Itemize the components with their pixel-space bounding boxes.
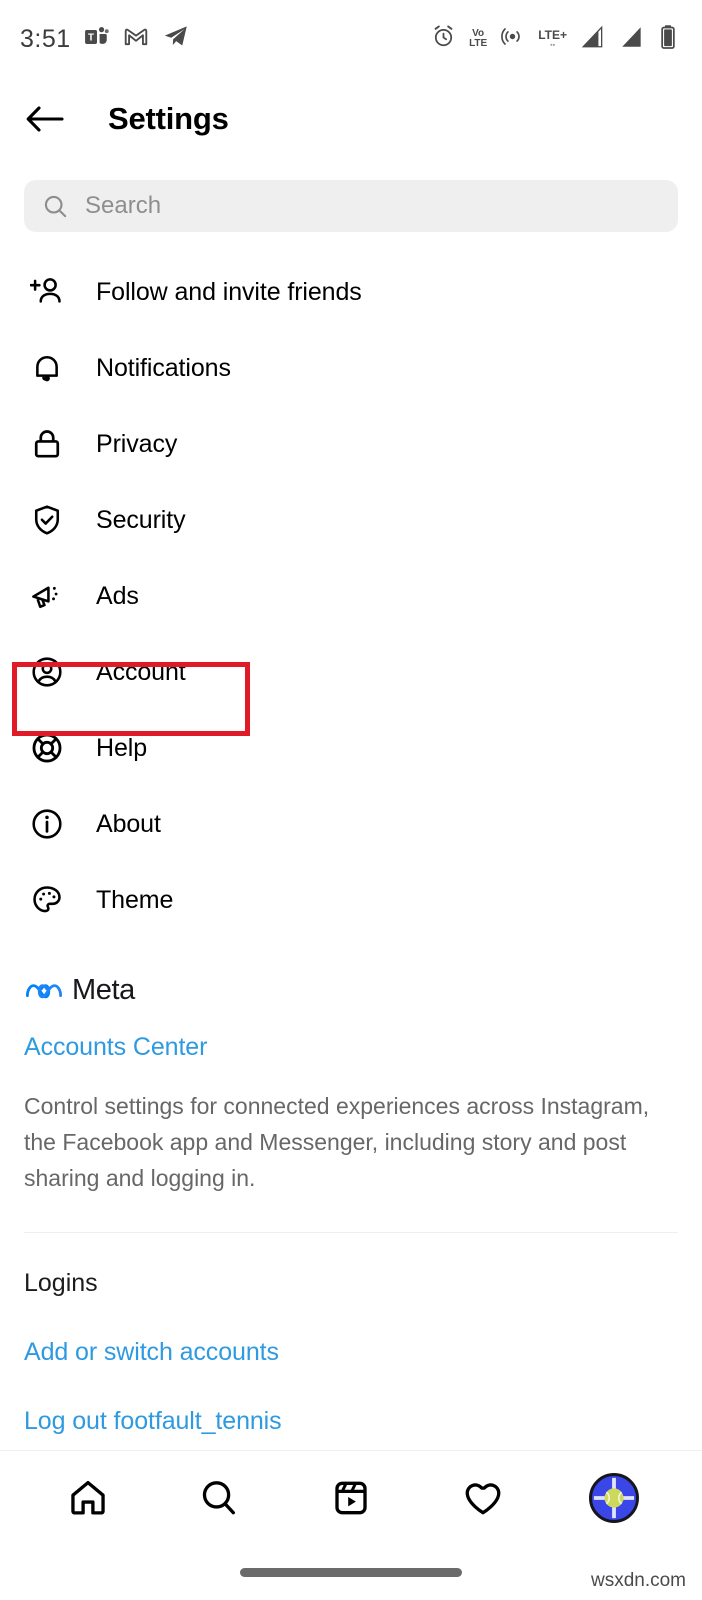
telegram-icon: [162, 23, 189, 55]
search-section: Search: [0, 160, 702, 232]
person-add-icon: [26, 271, 68, 313]
back-button[interactable]: [26, 104, 64, 134]
meta-brand-label: Meta: [72, 974, 135, 1006]
menu-item-ads[interactable]: Ads: [0, 558, 702, 634]
gesture-bar[interactable]: [240, 1567, 462, 1577]
page-title: Settings: [108, 101, 229, 136]
svg-text:T: T: [88, 32, 94, 43]
status-bar-left: 3:51 T: [20, 23, 189, 55]
hotspot-icon: [500, 24, 525, 54]
menu-item-label: Help: [96, 733, 148, 762]
menu-item-theme[interactable]: Theme: [0, 862, 702, 938]
info-circle-icon: [26, 803, 68, 845]
menu-item-label: Security: [96, 505, 186, 534]
logins-section: Logins Add or switch accounts Log out fo…: [0, 1233, 702, 1436]
menu-item-privacy[interactable]: Privacy: [0, 406, 702, 482]
palette-icon: [26, 879, 68, 921]
settings-menu: Follow and invite friends Notifications …: [0, 232, 702, 938]
megaphone-icon: [26, 575, 68, 617]
accounts-center-link[interactable]: Accounts Center: [24, 1033, 207, 1062]
lte-plus-icon: LTE+ ▪▪: [538, 28, 567, 50]
heart-icon: [462, 1477, 504, 1519]
microsoft-teams-icon: T: [84, 24, 110, 55]
nav-reels-button[interactable]: [319, 1466, 383, 1530]
menu-item-label: Theme: [96, 885, 174, 914]
status-clock: 3:51: [20, 24, 71, 53]
lock-icon: [26, 423, 68, 465]
log-out-link[interactable]: Log out footfault_tennis: [24, 1407, 678, 1436]
nav-home-button[interactable]: [56, 1466, 120, 1530]
meta-section: Meta Accounts Center Control settings fo…: [0, 938, 702, 1233]
volte-icon: Vo LTE: [469, 29, 487, 49]
menu-item-label: Follow and invite friends: [96, 277, 362, 306]
watermark: wsxdn.com: [590, 1570, 686, 1591]
meta-branding: Meta: [24, 974, 678, 1007]
menu-item-label: Ads: [96, 581, 139, 610]
signal-sim1-icon: [580, 24, 606, 55]
logins-heading: Logins: [24, 1269, 98, 1297]
status-bar: 3:51 T Vo LTE LTE+ ▪▪: [0, 0, 702, 78]
phone-screen: 3:51 T Vo LTE LTE+ ▪▪ Settings Search Fo…: [0, 0, 702, 1600]
shield-check-icon: [26, 499, 68, 541]
profile-avatar: [589, 1472, 640, 1523]
signal-sim2-icon: [619, 24, 645, 55]
search-box[interactable]: Search: [24, 180, 678, 232]
search-input[interactable]: Search: [85, 192, 161, 220]
search-icon: [42, 193, 69, 220]
meta-infinity-icon: [24, 978, 64, 1004]
battery-icon: [658, 24, 678, 55]
menu-item-about[interactable]: About: [0, 786, 702, 862]
volte-bottom-label: LTE: [469, 38, 488, 49]
search-icon: [198, 1477, 240, 1519]
add-or-switch-accounts-link[interactable]: Add or switch accounts: [24, 1338, 678, 1367]
app-header: Settings: [0, 78, 702, 160]
menu-item-notifications[interactable]: Notifications: [0, 330, 702, 406]
menu-item-follow-and-invite-friends[interactable]: Follow and invite friends: [0, 254, 702, 330]
arrow-left-icon: [26, 106, 64, 132]
lte-dots: ▪▪: [550, 42, 556, 49]
menu-item-label: Account: [96, 657, 186, 686]
menu-item-label: Privacy: [96, 429, 178, 458]
menu-item-label: About: [96, 809, 161, 838]
status-bar-right: Vo LTE LTE+ ▪▪: [431, 24, 678, 55]
bell-icon: [26, 347, 68, 389]
menu-item-label: Notifications: [96, 353, 231, 382]
gesture-navigation-area: wsxdn.com: [0, 1544, 702, 1600]
menu-item-help[interactable]: Help: [0, 710, 702, 786]
nav-activity-button[interactable]: [451, 1466, 515, 1530]
gmail-icon: [123, 24, 149, 55]
menu-item-security[interactable]: Security: [0, 482, 702, 558]
alarm-icon: [431, 24, 456, 54]
meta-description: Control settings for connected experienc…: [24, 1093, 650, 1191]
home-icon: [67, 1477, 109, 1519]
nav-profile-button[interactable]: [582, 1466, 646, 1530]
lifebuoy-icon: [26, 727, 68, 769]
nav-search-button[interactable]: [187, 1466, 251, 1530]
menu-item-account[interactable]: Account: [0, 634, 702, 710]
reels-icon: [330, 1477, 372, 1519]
account-circle-icon: [26, 651, 68, 693]
bottom-navigation: [0, 1450, 702, 1544]
network-label: LTE+: [538, 28, 567, 42]
